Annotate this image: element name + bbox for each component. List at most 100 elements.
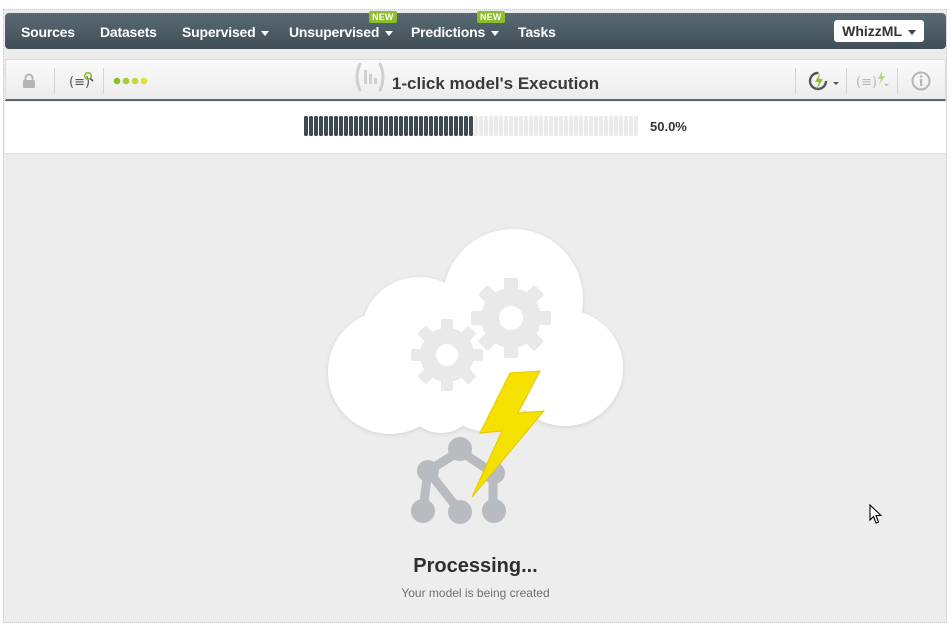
progress-segment-filled [434, 116, 438, 136]
progress-segment-filled [429, 116, 433, 136]
script-execute-icon[interactable]: (≡) [855, 68, 891, 94]
progress-segment-filled [454, 116, 458, 136]
new-badge: NEW [477, 11, 505, 23]
progress-segment-filled [374, 116, 378, 136]
progress-segment-filled [384, 116, 388, 136]
toolbar-divider [54, 68, 55, 94]
progress-segment-filled [399, 116, 403, 136]
progress-segment-empty [479, 116, 483, 136]
progress-segment-filled [404, 116, 408, 136]
progress-segment-empty [574, 116, 578, 136]
mouse-cursor-icon [869, 503, 883, 531]
toolbar-divider [795, 68, 796, 94]
nav-tasks[interactable]: Tasks [518, 13, 556, 49]
nav-predictions-label: Predictions [411, 24, 486, 40]
progress-segment-empty [604, 116, 608, 136]
progress-segment-filled [369, 116, 373, 136]
progress-segment-filled [379, 116, 383, 136]
chevron-down-icon [385, 30, 394, 36]
progress-segment-filled [309, 116, 313, 136]
progress-segment-filled [394, 116, 398, 136]
progress-segment-empty [529, 116, 533, 136]
progress-segment-filled [424, 116, 428, 136]
progress-segment-filled [459, 116, 463, 136]
progress-segment-filled [354, 116, 358, 136]
processing-message: Your model is being created [401, 586, 550, 600]
progress-segment-empty [539, 116, 543, 136]
progress-segment-empty [569, 116, 573, 136]
progress-segment-filled [344, 116, 348, 136]
progress-segment-empty [619, 116, 623, 136]
page-title: 1-click model's Execution [391, 74, 600, 93]
progress-segment-empty [474, 116, 478, 136]
nav-unsupervised[interactable]: Unsupervised NEW [289, 11, 397, 49]
top-nav: Sources Datasets Supervised Unsupervised… [5, 11, 946, 49]
progress-segment-filled [409, 116, 413, 136]
toolbar-divider [846, 68, 847, 94]
progress-segment-empty [559, 116, 563, 136]
progress-segment-empty [579, 116, 583, 136]
whizzml-menu-button[interactable]: WhizzML [834, 20, 924, 42]
nav-sources-label: Sources [21, 24, 75, 40]
progress-segment-filled [349, 116, 353, 136]
progress-segment-empty [534, 116, 538, 136]
progress-segment-empty [494, 116, 498, 136]
progress-segment-filled [419, 116, 423, 136]
nav-predictions[interactable]: Predictions NEW [411, 11, 505, 49]
toolbar-divider [103, 68, 104, 94]
chevron-down-icon [261, 30, 270, 36]
progress-segment-filled [449, 116, 453, 136]
progress-segment-filled [389, 116, 393, 136]
progress-segment-empty [544, 116, 548, 136]
progress-segment-empty [524, 116, 528, 136]
progress-segment-empty [504, 116, 508, 136]
info-icon[interactable] [910, 68, 932, 94]
progress-strip: 50.0% [5, 102, 946, 154]
gear-icon [471, 278, 551, 358]
lock-icon[interactable] [20, 68, 38, 94]
progress-segment-empty [614, 116, 618, 136]
nav-sources[interactable]: Sources [21, 13, 75, 49]
toolbar-divider [897, 68, 898, 94]
progress-percent: 50.0% [650, 119, 687, 134]
progress-segment-empty [589, 116, 593, 136]
progress-segment-filled [444, 116, 448, 136]
progress-segment-empty [564, 116, 568, 136]
progress-segment-empty [609, 116, 613, 136]
execution-icon [352, 60, 388, 108]
gear-icon [411, 319, 483, 391]
status-dots-icon [113, 68, 153, 94]
progress-segment-filled [359, 116, 363, 136]
progress-segment-filled [439, 116, 443, 136]
progress-segment-filled [414, 116, 418, 136]
chevron-down-icon [491, 30, 500, 36]
nav-supervised[interactable]: Supervised [182, 13, 270, 49]
progress-segment-empty [514, 116, 518, 136]
whizzml-menu-label: WhizzML [842, 23, 902, 39]
processing-illustration [328, 229, 623, 524]
processing-heading: Processing... [413, 555, 538, 577]
progress-segment-empty [489, 116, 493, 136]
svg-text:(≡): (≡) [69, 75, 90, 90]
progress-segment-empty [554, 116, 558, 136]
script-search-icon[interactable]: (≡) [68, 68, 94, 94]
progress-segment-filled [329, 116, 333, 136]
reload-execution-icon[interactable] [806, 68, 840, 94]
progress-segment-filled [304, 116, 308, 136]
progress-segment-empty [549, 116, 553, 136]
progress-segment-empty [624, 116, 628, 136]
nav-unsupervised-label: Unsupervised [289, 24, 380, 40]
nav-tasks-label: Tasks [518, 24, 556, 40]
resource-toolbar: (≡) 1-click model's Execution (≡) [5, 59, 946, 101]
nav-supervised-label: Supervised [182, 24, 256, 40]
cloud-icon [328, 229, 623, 434]
tree-nodes [411, 437, 506, 524]
progress-segment-empty [634, 116, 638, 136]
progress-segment-empty [484, 116, 488, 136]
progress-bar [304, 116, 640, 136]
progress-segment-filled [469, 116, 473, 136]
nav-datasets[interactable]: Datasets [100, 13, 157, 49]
progress-segment-empty [629, 116, 633, 136]
main-content: Processing... Your model is being create… [5, 155, 946, 621]
progress-segment-filled [319, 116, 323, 136]
